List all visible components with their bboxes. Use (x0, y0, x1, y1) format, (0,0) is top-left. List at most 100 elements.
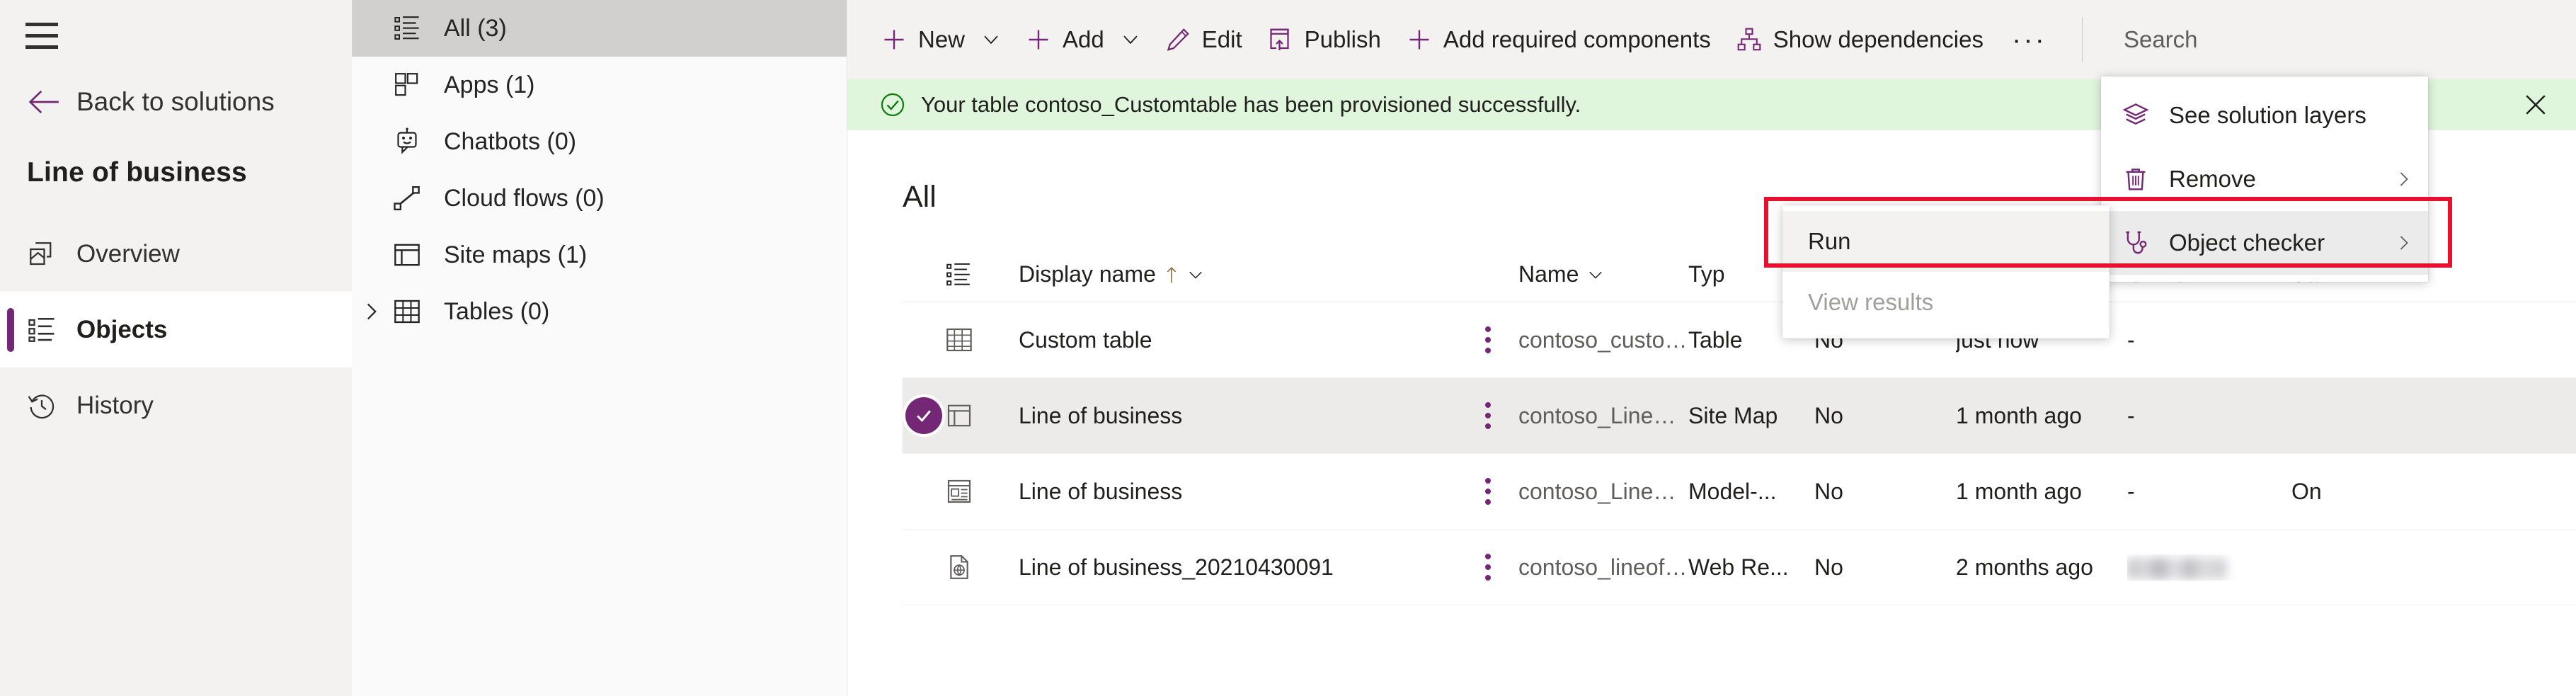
publish-icon (1268, 27, 1293, 52)
site-map-icon (393, 241, 421, 269)
menu-item-object-checker[interactable]: Object checker (2101, 211, 2428, 275)
tree-item-all-label: All (3) (444, 15, 507, 42)
stethoscope-icon (2122, 229, 2149, 256)
table-icon (945, 326, 973, 354)
menu-item-remove-label: Remove (2169, 166, 2256, 193)
column-header-display-name-label: Display name (1019, 261, 1156, 287)
back-to-solutions-link[interactable]: Back to solutions (28, 89, 275, 115)
tree-item-chatbots-label: Chatbots (0) (444, 128, 576, 156)
apps-grid-icon (393, 71, 421, 99)
tree-item-apps[interactable]: Apps (1) (352, 57, 847, 113)
submenu-item-run-label: Run (1808, 228, 1851, 255)
row-customizable: No (1814, 403, 1956, 429)
menu-item-see-solution-layers[interactable]: See solution layers (2101, 84, 2428, 147)
tree-item-all[interactable]: All (3) (352, 0, 847, 57)
layers-icon (2122, 102, 2149, 129)
close-icon[interactable] (2524, 93, 2548, 117)
row-modified: 2 months ago (1956, 554, 2127, 581)
table-row[interactable]: Custom table contoso_customt... Table No… (903, 302, 2576, 378)
table-row[interactable]: Line of business contoso_Lineofb... Site… (903, 378, 2576, 454)
redacted-owner-name (2127, 558, 2226, 579)
table-row[interactable]: Line of business_20210430091 contoso_lin… (903, 530, 2576, 605)
row-more-commands-button[interactable] (1458, 326, 1518, 353)
row-type-icon-cell (945, 401, 1019, 430)
row-more-commands-button[interactable] (1458, 554, 1518, 581)
edit-button[interactable]: Edit (1152, 0, 1255, 79)
sidebar-item-objects[interactable]: Objects (0, 292, 352, 367)
sort-ascending-icon (1164, 266, 1179, 284)
row-more-commands-button[interactable] (1458, 478, 1518, 505)
menu-item-object-checker-label: Object checker (2169, 229, 2325, 256)
show-dependencies-label: Show dependencies (1773, 26, 1983, 53)
row-customizable: No (1814, 479, 1956, 505)
sidebar-item-history[interactable]: History (0, 367, 352, 443)
row-type-icon-cell (945, 326, 1019, 354)
global-nav-hamburger-icon[interactable] (25, 20, 61, 51)
overview-icon (27, 239, 57, 269)
search-button-label: Search (2124, 26, 2198, 53)
row-status: On (2291, 479, 2433, 505)
sitemap-icon (945, 401, 973, 430)
row-name: contoso_Lineofb... (1518, 479, 1688, 505)
table-grid-icon (393, 297, 421, 326)
show-dependencies-button[interactable]: Show dependencies (1724, 0, 1996, 79)
publish-button-label: Publish (1305, 26, 1381, 53)
row-select-checkbox[interactable] (903, 397, 945, 434)
command-bar-divider (2082, 17, 2083, 62)
submenu-item-run[interactable]: Run (1782, 211, 2110, 272)
column-header-name[interactable]: Name (1518, 261, 1688, 287)
tree-item-tables[interactable]: Tables (0) (352, 283, 847, 340)
kebab-icon (1485, 478, 1491, 505)
row-name: contoso_lineofbu... (1518, 554, 1688, 581)
history-clock-icon (27, 391, 57, 421)
tree-item-cloud-flows-label: Cloud flows (0) (444, 185, 605, 212)
tree-item-tables-label: Tables (0) (444, 298, 549, 326)
row-modified: 1 month ago (1956, 479, 2127, 505)
table-row[interactable]: Line of business contoso_Lineofb... Mode… (903, 454, 2576, 530)
search-button[interactable]: Search (2102, 26, 2205, 53)
chevron-down-icon (1187, 266, 1204, 283)
row-display-name: Custom table (1019, 327, 1458, 353)
submenu-item-view-results[interactable]: View results (1782, 272, 2110, 333)
publish-button[interactable]: Publish (1255, 0, 1394, 79)
chevron-right-icon (2395, 171, 2412, 188)
check-icon (913, 405, 934, 426)
success-message-text: Your table contoso_Customtable has been … (921, 92, 1581, 118)
sidebar-item-overview[interactable]: Overview (0, 216, 352, 292)
object-checker-submenu: Run View results (1782, 205, 2110, 338)
chevron-down-icon (1587, 266, 1604, 283)
back-arrow-icon (28, 90, 61, 114)
dependencies-icon (1736, 27, 1762, 52)
row-type-icon-cell (945, 553, 1019, 581)
edit-button-label: Edit (1202, 26, 1242, 53)
add-required-components-label: Add required components (1443, 26, 1711, 53)
tree-item-apps-label: Apps (1) (444, 72, 535, 99)
pencil-icon (1165, 27, 1191, 52)
add-button[interactable]: Add (1013, 0, 1152, 79)
row-display-name: Line of business_20210430091 (1019, 554, 1458, 581)
row-selected-check-icon (905, 397, 942, 434)
menu-item-remove[interactable]: Remove (2101, 147, 2428, 211)
objects-list-icon (27, 315, 57, 345)
tree-item-chatbots[interactable]: Chatbots (0) (352, 113, 847, 170)
chevron-right-icon[interactable] (362, 302, 382, 321)
all-list-icon (393, 14, 421, 42)
add-required-components-button[interactable]: Add required components (1394, 0, 1724, 79)
tree-item-cloud-flows[interactable]: Cloud flows (0) (352, 170, 847, 227)
overflow-context-menu: See solution layers Remove Object checke… (2101, 76, 2428, 282)
plus-icon (881, 27, 907, 52)
row-owner: - (2127, 479, 2291, 505)
sidebar-item-overview-label: Overview (76, 240, 180, 268)
overflow-menu-button[interactable]: ··· (1996, 34, 2062, 45)
row-type: Site Map (1688, 403, 1814, 429)
column-options-header[interactable] (945, 261, 1019, 288)
row-more-commands-button[interactable] (1458, 402, 1518, 429)
plus-icon (1026, 27, 1051, 52)
solution-objects-page: Back to solutions Line of business Overv… (0, 0, 2576, 696)
tree-item-site-maps[interactable]: Site maps (1) (352, 227, 847, 283)
rail-nav-list: Overview Objects History (0, 216, 352, 443)
new-button[interactable]: New (869, 0, 1013, 79)
column-header-display-name[interactable]: Display name (1019, 261, 1458, 287)
row-display-name: Line of business (1019, 479, 1458, 505)
column-header-type-label: Typ (1688, 261, 1725, 287)
